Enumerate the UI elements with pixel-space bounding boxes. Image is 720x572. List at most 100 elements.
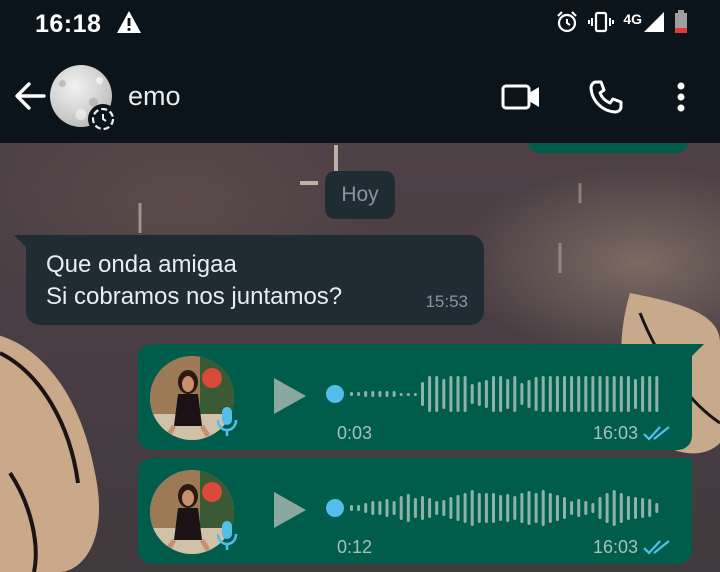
playback-position-dot [326,499,344,517]
play-icon[interactable] [272,490,308,535]
status-right-icons: 4G [555,9,688,39]
warning-icon [116,10,142,39]
double-check-icon [642,538,672,561]
waveform-bar [648,376,652,412]
video-call-icon[interactable] [498,77,544,117]
waveform-bar [364,503,368,513]
voice-call-icon[interactable] [584,76,628,118]
waveform-bar [484,380,488,408]
waveform-bar [435,376,439,412]
voice-message[interactable]: 0:03 16:03 [138,344,704,450]
double-check-icon [642,424,672,447]
waveform-bar [428,498,432,518]
previous-message-bubble [528,143,688,153]
waveform-bar [421,496,424,520]
waveform-bar [499,376,503,412]
waveform-bar [527,380,531,408]
chat-area[interactable]: Hoy Que onda amigaa Si cobramos nos junt… [0,143,720,572]
waveform-bar [463,493,467,523]
waveform-bar [449,376,453,412]
waveform-bar [371,391,375,397]
status-bar: 16:18 4G [0,0,720,50]
waveform-bar [406,393,410,396]
waveform-bar [584,501,588,515]
waveform-bar [364,391,368,397]
waveform-bar [421,382,424,406]
waveform-bar [506,379,510,409]
signal-icon [643,11,665,38]
waveform-bar [520,383,524,405]
waveform-bar [648,499,652,517]
waveform-bar [534,377,538,411]
waveform-bar [477,493,481,523]
more-vert-icon[interactable] [668,76,694,118]
message-time: 15:53 [425,292,468,311]
waveform-bar [605,493,609,523]
waveform-bar [555,495,559,521]
waveform-bar [456,495,460,521]
back-arrow-icon[interactable] [12,78,48,114]
waveform-bar [392,391,396,397]
waveform-bar [626,376,630,412]
waveform-bar [655,503,659,513]
voice-duration: 0:12 [337,537,373,557]
waveform-bar [563,497,566,519]
waveform-bar [350,505,353,511]
waveform-bar [449,497,453,519]
waveform-bar [357,505,361,511]
playback-position-dot [326,385,344,403]
waveform-bar [492,493,495,523]
waveform-bar [591,503,595,513]
network-type: 4G [623,11,642,27]
waveform-bar [492,376,495,412]
waveform[interactable] [326,486,666,530]
contact-name[interactable]: emo [128,81,181,112]
waveform-bar [641,376,645,412]
waveform-bar [570,501,574,515]
waveform-bar [570,376,574,412]
waveform-bar [577,499,581,517]
status-time: 16:18 [35,10,102,38]
waveform-bar [442,500,446,516]
waveform-bar [506,494,510,522]
waveform-bar [456,376,460,412]
waveform-bar [541,376,545,412]
waveform-bar [619,376,623,412]
waveform-bar [385,391,389,397]
vibrate-icon [588,10,615,39]
waveform-bar [513,496,517,520]
waveform-bar [548,376,552,412]
play-icon[interactable] [272,376,308,421]
waveform-bar [413,393,417,396]
waveform-bar [598,376,602,412]
mic-icon [216,406,238,443]
chat-header: emo [0,50,720,143]
waveform-bar [399,393,403,396]
message-text-line: Que onda amigaa [46,251,237,278]
waveform-bar [371,501,375,515]
waveform-bar [428,376,432,412]
waveform-bar [413,498,417,518]
waveform-bar [534,493,538,523]
waveform-bar [548,493,552,523]
waveform-bar [655,376,659,412]
waveform-bar [499,495,503,521]
message-time: 16:03 [592,537,638,557]
waveform-bar [584,376,588,412]
date-chip: Hoy [325,171,395,219]
waveform-bar [634,379,637,409]
waveform-bar [513,376,517,412]
waveform-bar [470,384,474,404]
waveform-bar [435,501,439,515]
waveform-bar [555,376,559,412]
waveform[interactable] [326,372,666,416]
waveform-bar [385,499,389,517]
waveform-bar [641,498,645,518]
waveform-bar [634,497,637,519]
battery-icon [674,9,688,39]
waveform-bar [612,376,616,412]
voice-message[interactable]: 0:12 16:03 [138,458,692,564]
waveform-bar [463,376,467,412]
waveform-bar [470,490,474,526]
incoming-message[interactable]: Que onda amigaa Si cobramos nos juntamos… [14,235,484,325]
